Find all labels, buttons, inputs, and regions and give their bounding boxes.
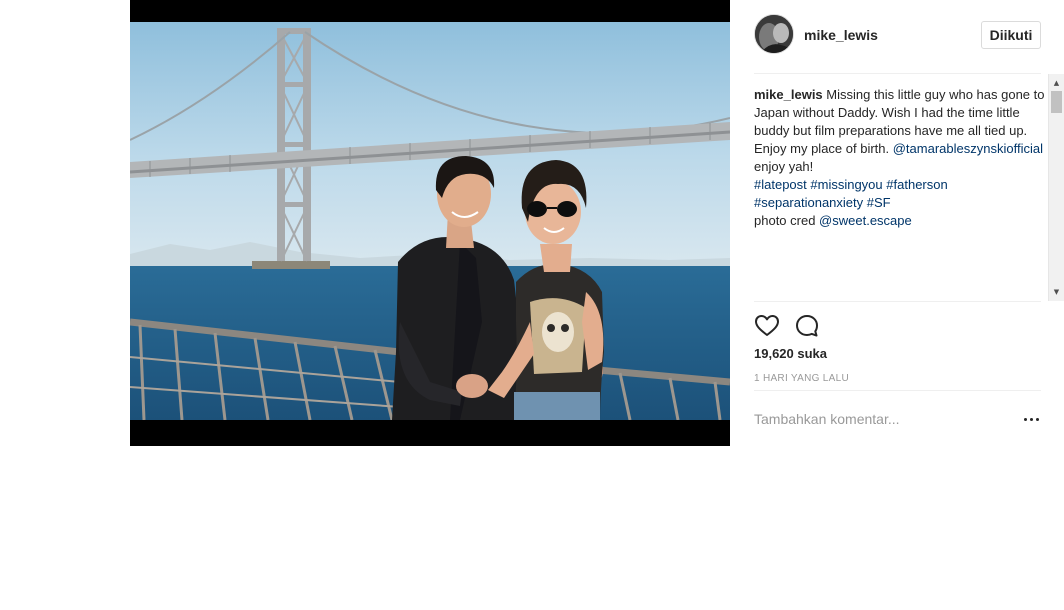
like-button[interactable] (754, 313, 780, 339)
scrollbar-thumb[interactable] (1051, 91, 1062, 113)
header-divider (754, 73, 1041, 74)
author-avatar[interactable] (754, 14, 794, 54)
comments-divider (754, 301, 1041, 302)
likes-count[interactable]: 19,620 suka (754, 346, 827, 361)
action-bar (754, 313, 1041, 339)
comments-scrollbar[interactable]: ▲ ▼ (1048, 74, 1064, 301)
post-header: mike_lewis Diikuti (754, 14, 1041, 56)
photo-credit-label: photo cred (754, 213, 820, 228)
hashtag-link[interactable]: #latepost (754, 177, 807, 192)
caption: mike_lewis Missing this little guy who h… (754, 86, 1046, 230)
hashtag-link[interactable]: #SF (867, 195, 891, 210)
more-options-icon[interactable] (1024, 410, 1042, 428)
caption-text-2: enjoy yah! (754, 159, 814, 174)
speech-bubble-icon (796, 315, 818, 337)
author-username[interactable]: mike_lewis (804, 27, 878, 43)
post-image (130, 22, 730, 420)
comments-list: mike_lewis Missing this little guy who h… (754, 86, 1046, 300)
comment-box-divider (754, 390, 1041, 391)
heart-icon (755, 315, 779, 336)
scroll-up-arrow-icon[interactable]: ▲ (1049, 76, 1064, 90)
avatar-image (755, 15, 793, 53)
post-sidebar: mike_lewis Diikuti mike_lewis Missing th… (754, 0, 1064, 446)
post-timestamp[interactable]: 1 HARI YANG LALU (754, 373, 849, 384)
comment-button[interactable] (794, 313, 820, 339)
hashtag-link[interactable]: #missingyou (810, 177, 882, 192)
caption-mention[interactable]: @tamarableszynskiofficial (893, 141, 1043, 156)
photo-credit-mention[interactable]: @sweet.escape (819, 213, 912, 228)
hashtag-link[interactable]: #separationanxiety (754, 195, 863, 210)
likes-label: suka (797, 346, 828, 361)
likes-number: 19,620 (754, 346, 794, 361)
following-button[interactable]: Diikuti (981, 21, 1041, 49)
scroll-down-arrow-icon[interactable]: ▼ (1049, 285, 1064, 299)
add-comment-input[interactable] (754, 406, 1004, 432)
post-photo[interactable] (130, 0, 730, 446)
caption-username[interactable]: mike_lewis (754, 87, 823, 102)
hashtag-link[interactable]: #fatherson (886, 177, 947, 192)
